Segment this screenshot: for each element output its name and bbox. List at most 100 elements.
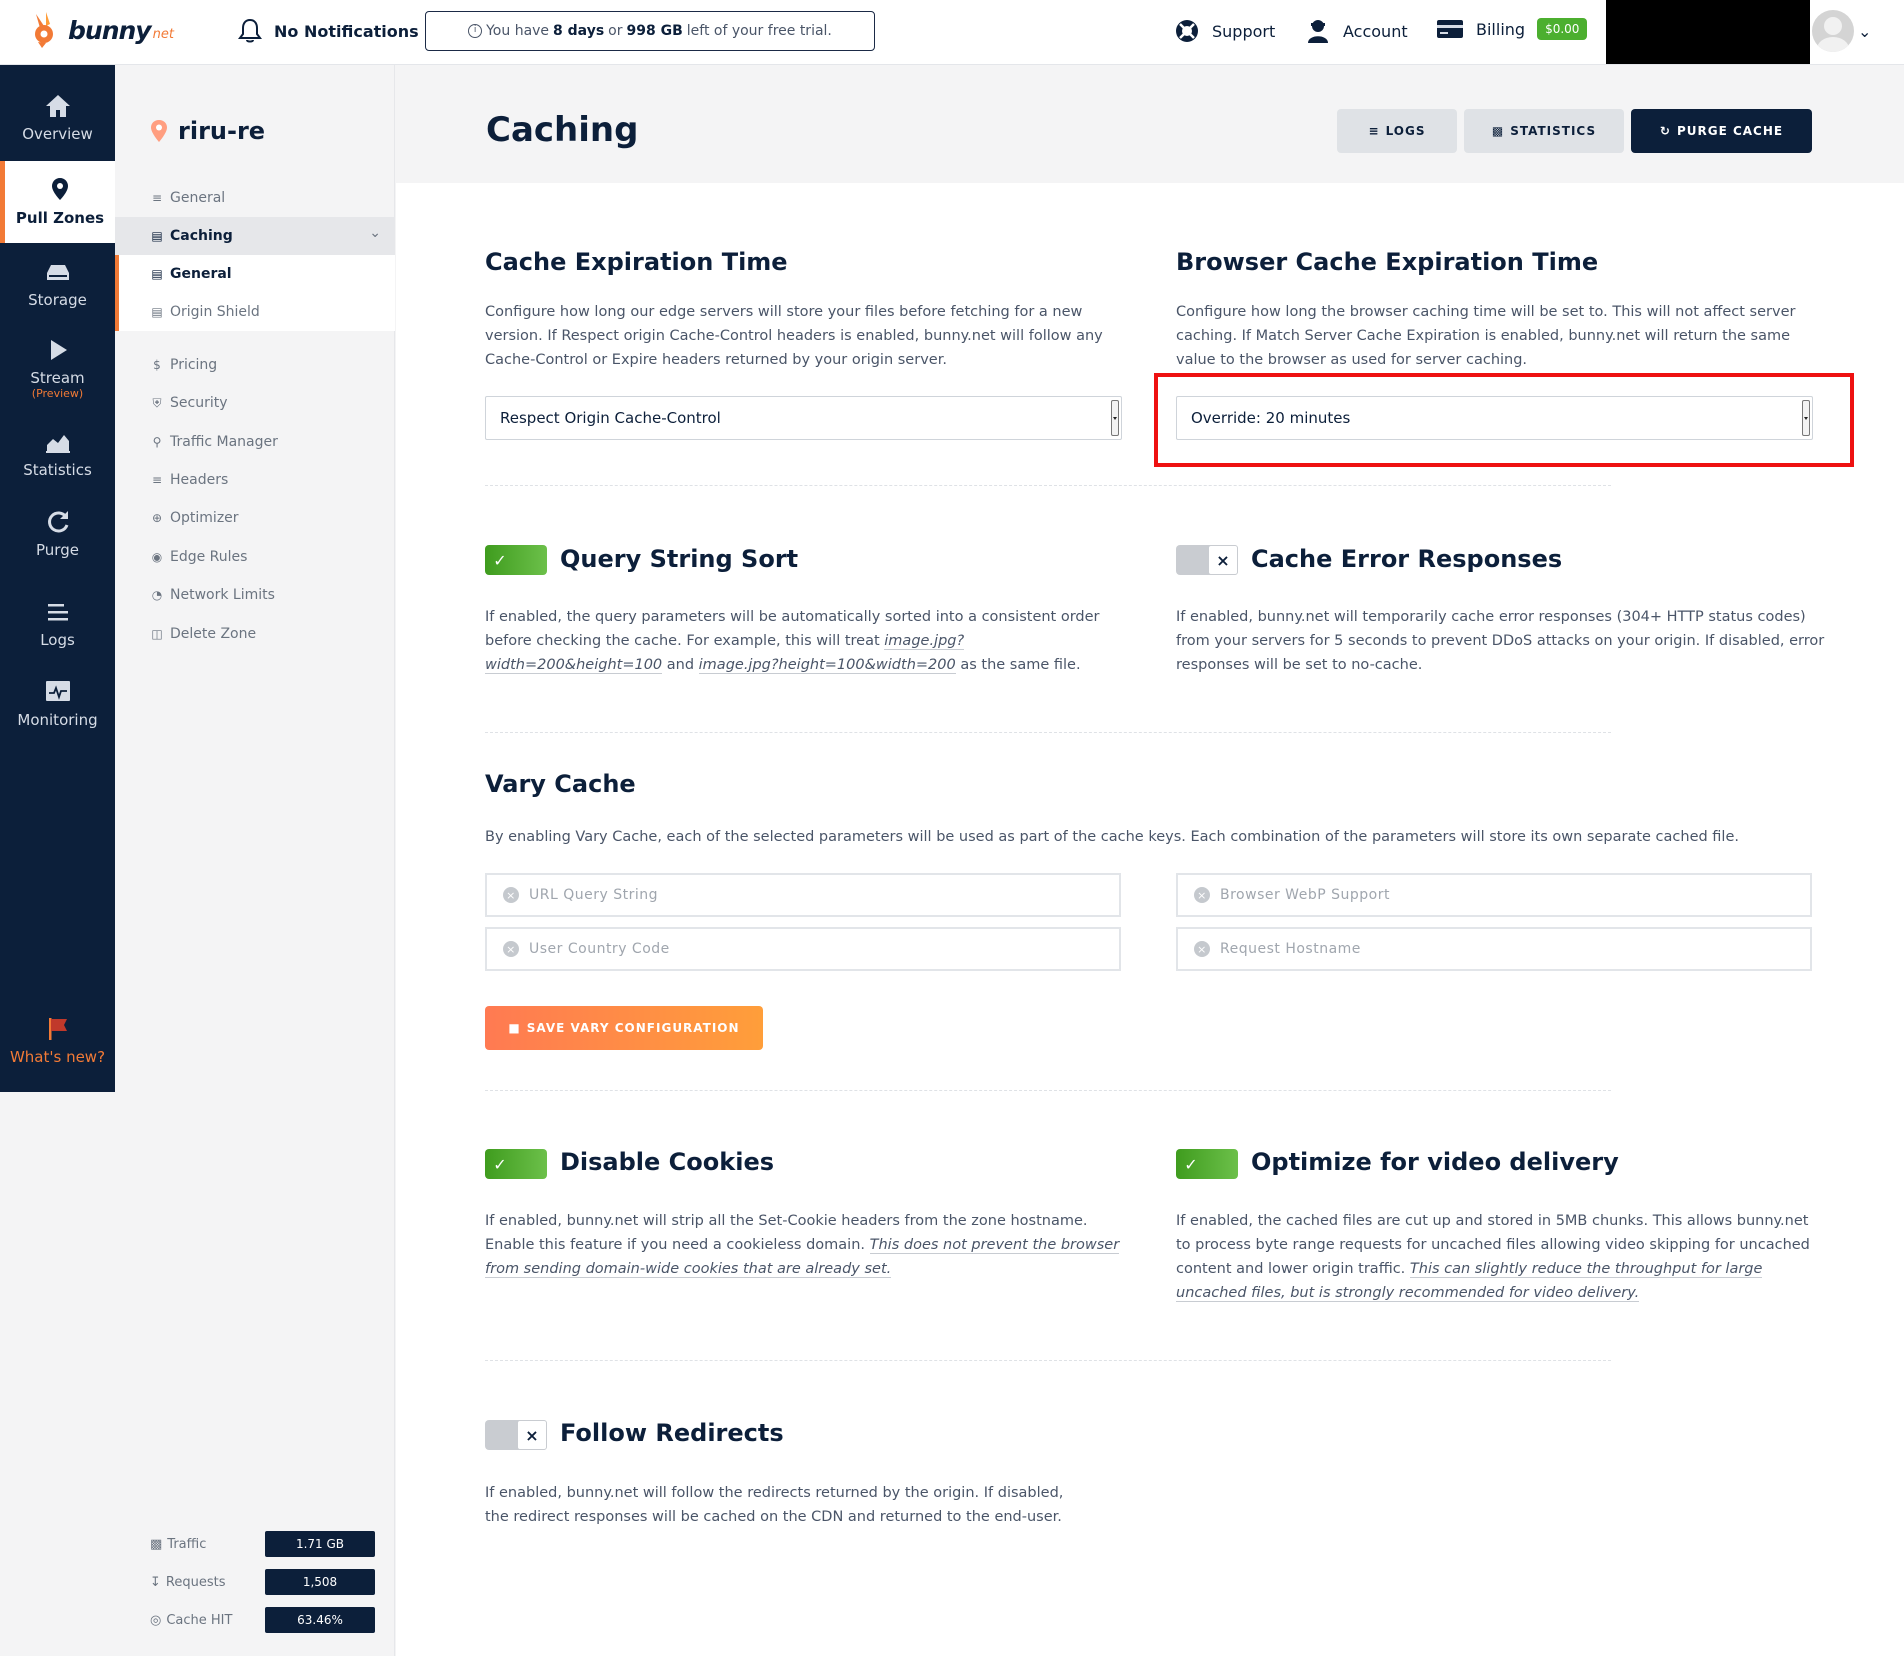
stat-cache-hit-value: 63.46% [265, 1607, 375, 1633]
remove-icon: × [503, 941, 519, 957]
follow-redirects-toggle[interactable]: × [485, 1420, 547, 1450]
area-chart-icon: ▩ [1491, 124, 1505, 138]
nav-monitoring-label: Monitoring [17, 711, 98, 729]
top-bar: bunny net No Notifications i You have 8 … [0, 0, 1904, 65]
account-label: Account [1343, 21, 1408, 41]
stat-cache-hit: ◎ Cache HIT 63.46% [150, 1607, 375, 1633]
stat-requests-value: 1,508 [265, 1569, 375, 1595]
bar-chart-icon: ▩ [150, 1536, 163, 1552]
main-content: Caching ≡ LOGS ▩ STATISTICS ↻ PURGE CACH… [396, 65, 1904, 1656]
cache-expiration-select[interactable]: Respect Origin Cache-Control [485, 396, 1122, 440]
save-vary-configuration-button[interactable]: ■ SAVE VARY CONFIGURATION [485, 1006, 763, 1050]
subnav-general[interactable]: ≡ General [150, 190, 225, 206]
vary-option-hostname-label: Request Hostname [1220, 941, 1361, 957]
check-icon: ✓ [493, 1154, 507, 1174]
nav-statistics[interactable]: Statistics [0, 413, 115, 495]
zone-name: riru-re [178, 117, 266, 145]
purge-cache-button-label: PURGE CACHE [1676, 124, 1784, 138]
stat-cache-hit-label: Cache HIT [166, 1612, 233, 1628]
subnav-caching-general[interactable]: ▤ General [115, 255, 395, 293]
vary-option-hostname[interactable]: × Request Hostname [1176, 927, 1812, 971]
vary-option-webp[interactable]: × Browser WebP Support [1176, 873, 1812, 917]
nav-pull-zones[interactable]: Pull Zones [0, 161, 115, 243]
subnav-caching[interactable]: ▤ Caching ⌄ [115, 217, 395, 255]
support-link[interactable]: Support [1174, 18, 1275, 44]
credit-card-icon [1437, 20, 1463, 38]
nav-logs[interactable]: Logs [0, 583, 115, 665]
remove-icon: × [1194, 941, 1210, 957]
chevron-down-icon[interactable]: ⌄ [1858, 22, 1871, 41]
subnav-network-limits[interactable]: ◔ Network Limits [150, 587, 275, 603]
nav-whats-new[interactable]: What's new? [0, 1000, 115, 1082]
zone-sidebar: riru-re ≡ General ▤ Caching ⌄ ▤ General … [115, 65, 395, 1656]
optimize-video-toggle[interactable]: ✓ [1176, 1149, 1238, 1179]
cache-error-responses-title: Cache Error Responses [1251, 545, 1563, 573]
monitor-pulse-icon [45, 681, 70, 701]
bunny-logo-icon [35, 12, 53, 48]
notifications-label: No Notifications [274, 21, 419, 41]
highlight-box [1154, 373, 1854, 467]
statistics-button[interactable]: ▩ STATISTICS [1464, 109, 1624, 153]
dropdown-caret-icon [1111, 400, 1119, 436]
bunny-logo[interactable]: bunny net [28, 10, 174, 50]
logs-button-label: LOGS [1385, 124, 1426, 138]
subnav-pricing[interactable]: $ Pricing [150, 357, 217, 373]
lines-icon: ≡ [151, 191, 163, 205]
subnav-traffic-manager[interactable]: ⚲ Traffic Manager [150, 434, 278, 450]
area-chart-icon [45, 435, 70, 453]
query-sort-example-2: image.jpg?height=100&width=200 [698, 657, 956, 674]
subnav-optimizer-label: Optimizer [170, 510, 239, 526]
stat-traffic-label-wrap: ▩ Traffic [150, 1537, 265, 1552]
nav-purge[interactable]: Purge [0, 493, 115, 575]
logs-button[interactable]: ≡ LOGS [1337, 109, 1457, 153]
avatar[interactable] [1812, 10, 1854, 52]
nav-overview[interactable]: Overview [0, 77, 115, 159]
storage-drive-icon [46, 265, 69, 280]
vary-option-url-query-string[interactable]: × URL Query String [485, 873, 1121, 917]
purge-cache-button[interactable]: ↻ PURGE CACHE [1631, 109, 1812, 153]
flask-icon: ⊕ [151, 511, 163, 525]
subnav-delete-zone[interactable]: ◫ Delete Zone [150, 626, 256, 642]
subnav-origin-shield[interactable]: ▤ Origin Shield [115, 293, 395, 331]
nav-stream[interactable]: Stream (Preview) [0, 327, 115, 409]
nav-monitoring[interactable]: Monitoring [0, 663, 115, 745]
query-sort-desc-and: and [666, 657, 695, 673]
trial-days: 8 days [553, 23, 605, 39]
target-icon: ◉ [151, 550, 163, 564]
nav-logs-label: Logs [40, 631, 75, 649]
subnav-headers[interactable]: ≡ Headers [150, 472, 228, 488]
subnav-edge-rules[interactable]: ◉ Edge Rules [150, 549, 248, 565]
disable-cookies-description: If enabled, bunny.net will strip all the… [485, 1209, 1135, 1281]
close-icon: × [517, 1420, 547, 1450]
disable-cookies-toggle[interactable]: ✓ [485, 1149, 547, 1179]
trial-or: or [608, 23, 623, 39]
page-header: Caching ≡ LOGS ▩ STATISTICS ↻ PURGE CACH… [396, 65, 1904, 183]
stat-requests-label: Requests [165, 1574, 226, 1590]
download-icon: ↧ [150, 1574, 161, 1590]
vary-option-country-code-label: User Country Code [529, 941, 670, 957]
cache-expiration-value: Respect Origin Cache-Control [500, 409, 721, 427]
redacted-area [1606, 0, 1810, 64]
stat-requests-label-wrap: ↧ Requests [150, 1575, 265, 1590]
info-icon: i [468, 24, 483, 38]
query-string-sort-toggle[interactable]: ✓ [485, 545, 547, 575]
vary-cache-title: Vary Cache [485, 770, 636, 798]
billing-link[interactable]: Billing $0.00 [1436, 18, 1588, 40]
account-link[interactable]: Account [1305, 18, 1408, 44]
billing-balance-badge: $0.00 [1537, 18, 1588, 40]
nav-stream-preview: (Preview) [31, 386, 84, 400]
logo-text: bunny [68, 15, 152, 45]
section-divider [485, 1090, 1611, 1091]
remove-icon: × [503, 887, 519, 903]
subnav-security[interactable]: ⛨ Security [150, 395, 227, 411]
subnav-optimizer[interactable]: ⊕ Optimizer [150, 510, 239, 526]
list-icon: ≡ [1368, 124, 1380, 138]
notifications-button[interactable]: No Notifications [238, 18, 419, 44]
nav-storage[interactable]: Storage [0, 243, 115, 325]
optimize-video-title: Optimize for video delivery [1251, 1148, 1619, 1176]
cache-error-responses-toggle[interactable]: × [1176, 545, 1238, 575]
vary-option-country-code[interactable]: × User Country Code [485, 927, 1121, 971]
trial-prefix: You have [486, 23, 550, 39]
subnav-traffic-manager-label: Traffic Manager [170, 434, 278, 450]
billing-label: Billing [1476, 19, 1526, 39]
